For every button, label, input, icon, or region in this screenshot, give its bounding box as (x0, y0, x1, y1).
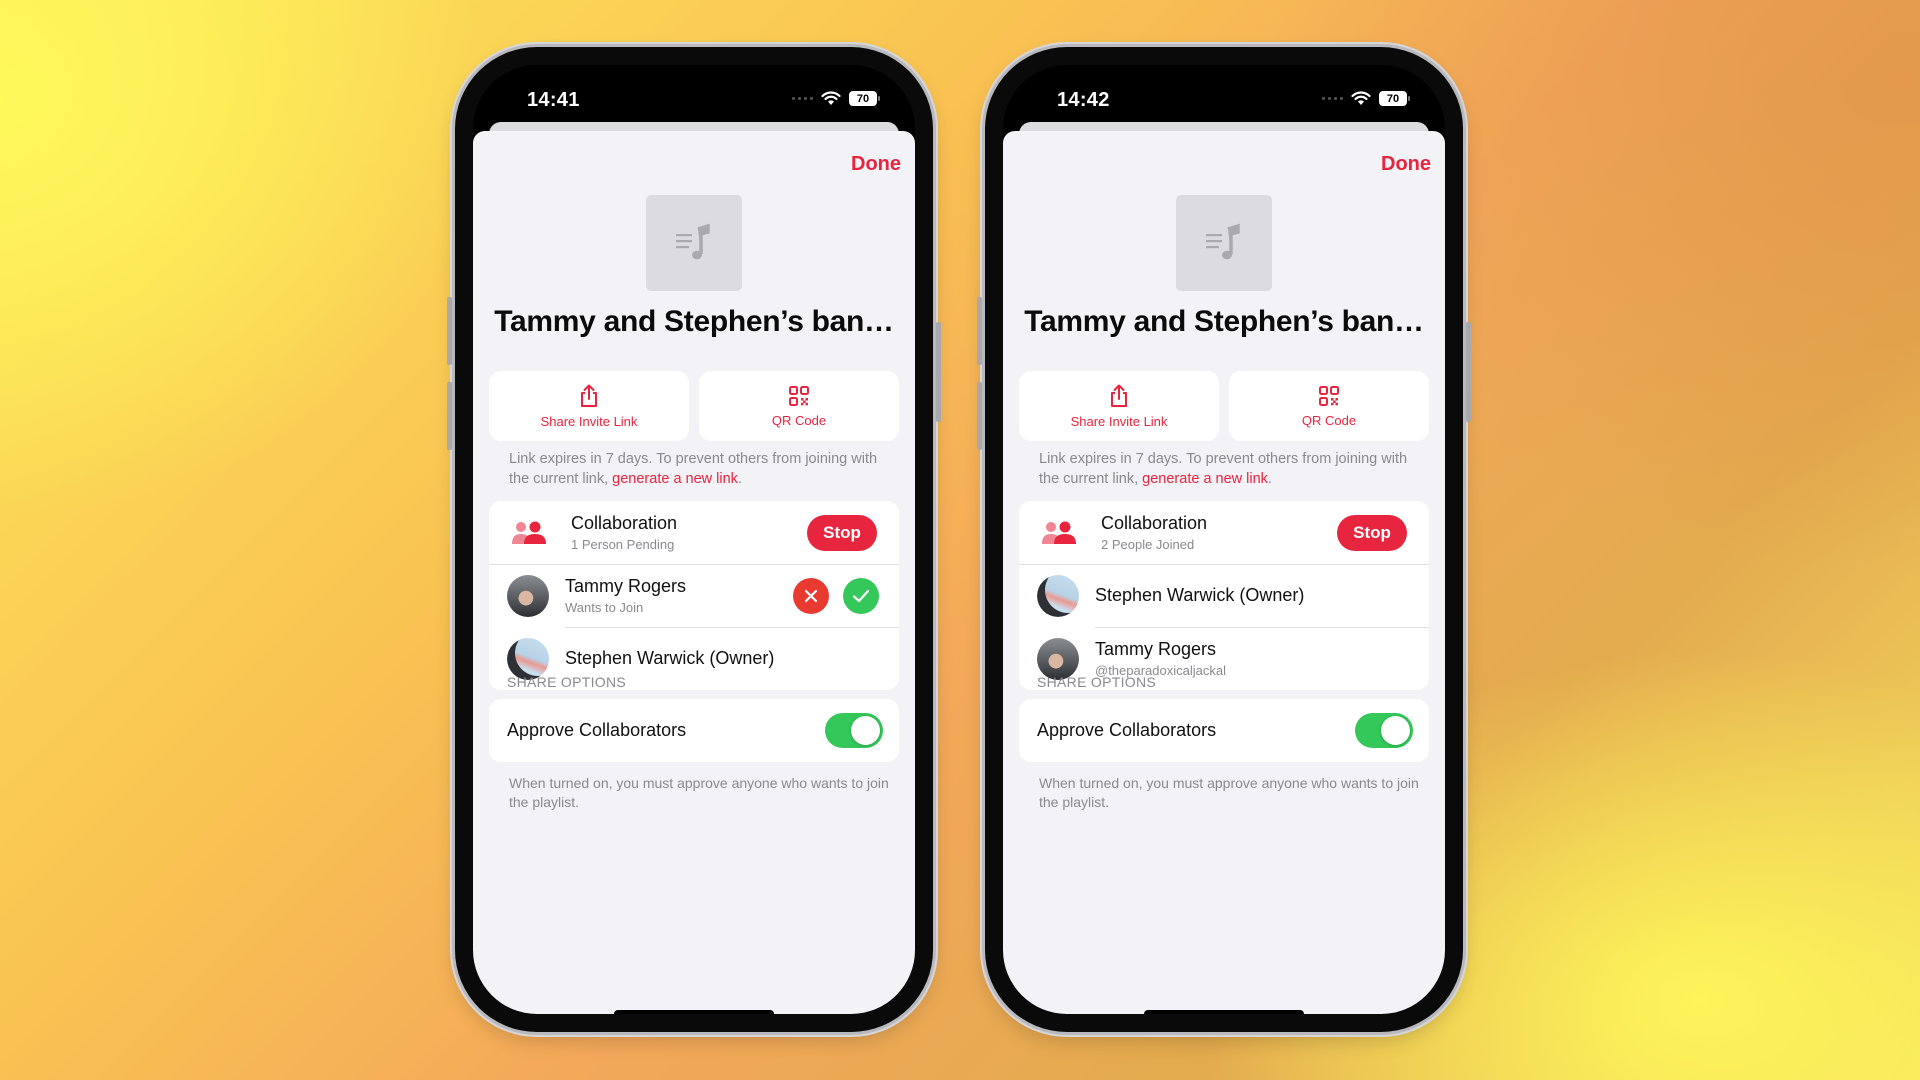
avatar (507, 574, 549, 617)
power-button (936, 322, 941, 422)
wifi-icon (1351, 91, 1371, 105)
cellular-signal-icon (792, 97, 813, 100)
member-text: Stephen Warwick (Owner) (1095, 585, 1304, 606)
share-invite-link-button[interactable]: Share Invite Link (1019, 371, 1219, 441)
link-expiry-end: . (737, 471, 742, 487)
collaboration-status: 1 Person Pending (571, 537, 675, 552)
done-button[interactable]: Done (1381, 153, 1431, 176)
music-note-icon (1206, 223, 1240, 260)
status-icons: 70 (1322, 91, 1410, 106)
member-text: Tammy Rogers Wants to Join (565, 576, 686, 615)
avatar (1037, 574, 1079, 617)
share-invite-link-button[interactable]: Share Invite Link (489, 371, 689, 441)
collaboration-group: Collaboration 1 Person Pending Stop Tamm… (489, 501, 899, 690)
playlist-artwork (1176, 195, 1272, 291)
approve-collaborators-row: Approve Collaborators (1019, 699, 1429, 762)
generate-new-link[interactable]: generate a new link (612, 471, 738, 487)
checkmark-icon (852, 589, 870, 603)
qr-code-button[interactable]: QR Code (699, 371, 899, 441)
collaboration-group: Collaboration 2 People Joined Stop Steph… (1019, 501, 1429, 690)
collaboration-text: Collaboration 2 People Joined (1101, 513, 1207, 552)
phone-right: 14:42 70 Done Tammy and Stephen’s ban… S… (977, 47, 1471, 1032)
volume-down-button (447, 382, 452, 450)
qr-code-icon (1319, 385, 1339, 406)
collaboration-title: Collaboration (1101, 513, 1208, 533)
link-expiry-end: . (1267, 471, 1272, 487)
status-icons: 70 (792, 91, 880, 106)
collaboration-text: Collaboration 1 Person Pending (571, 513, 677, 552)
share-invite-link-label: Share Invite Link (540, 413, 638, 429)
approve-collaborators-note: When turned on, you must approve anyone … (509, 775, 889, 810)
screen: 14:42 70 Done Tammy and Stephen’s ban… S… (1003, 65, 1445, 1014)
qr-code-button[interactable]: QR Code (1229, 371, 1429, 441)
stop-collaboration-button[interactable]: Stop (807, 515, 877, 551)
home-indicator (1144, 1010, 1304, 1014)
member-row: Tammy Rogers Wants to Join (489, 564, 899, 627)
approve-collaborators-toggle[interactable] (1355, 713, 1413, 748)
approve-collaborators-note: When turned on, you must approve anyone … (1039, 775, 1419, 810)
share-sheet: Done Tammy and Stephen’s ban… Share Invi… (473, 131, 915, 1014)
playlist-artwork (646, 195, 742, 291)
approve-collaborators-label: Approve Collaborators (1037, 720, 1217, 740)
member-name: Tammy Rogers (565, 576, 687, 596)
collaboration-row: Collaboration 2 People Joined Stop (1019, 501, 1429, 564)
collaboration-status: 2 People Joined (1101, 537, 1195, 552)
share-icon (1111, 384, 1127, 407)
link-expiry-note: Link expires in 7 days. To prevent other… (1039, 449, 1419, 489)
share-icon (581, 384, 597, 407)
phone-left: 14:41 70 Done Tammy and Stephen’s ban… S… (447, 47, 941, 1032)
playlist-title: Tammy and Stephen’s ban… (1024, 305, 1424, 338)
done-button[interactable]: Done (851, 153, 901, 176)
volume-down-button (977, 382, 982, 450)
stop-collaboration-button[interactable]: Stop (1337, 515, 1407, 551)
share-options-group: Approve Collaborators (489, 699, 899, 762)
share-invite-link-label: Share Invite Link (1070, 413, 1168, 429)
qr-code-label: QR Code (771, 412, 827, 428)
approve-button[interactable] (843, 578, 879, 614)
approve-collaborators-label: Approve Collaborators (507, 720, 687, 740)
qr-code-icon (789, 385, 809, 406)
member-text: Stephen Warwick (Owner) (565, 648, 774, 669)
people-icon (512, 521, 546, 544)
volume-up-button (447, 297, 452, 365)
member-row: Stephen Warwick (Owner) (1019, 564, 1429, 627)
battery-indicator: 70 (1379, 91, 1410, 106)
share-options-group: Approve Collaborators (1019, 699, 1429, 762)
power-button (1466, 322, 1471, 422)
wifi-icon (821, 91, 841, 105)
member-name: Stephen Warwick (Owner) (565, 648, 775, 668)
status-time: 14:41 (527, 89, 580, 111)
close-icon (804, 589, 818, 603)
battery-indicator: 70 (849, 91, 880, 106)
decline-button[interactable] (793, 578, 829, 614)
share-options-header: SHARE OPTIONS (1037, 674, 1157, 690)
screen: 14:41 70 Done Tammy and Stephen’s ban… S… (473, 65, 915, 1014)
member-name: Tammy Rogers (1095, 639, 1217, 659)
share-options-header: SHARE OPTIONS (507, 674, 627, 690)
qr-code-label: QR Code (1301, 412, 1357, 428)
people-icon (1042, 521, 1076, 544)
share-sheet: Done Tammy and Stephen’s ban… Share Invi… (1003, 131, 1445, 1014)
member-text: Tammy Rogers @theparadoxicaljackal (1095, 639, 1226, 678)
collaboration-title: Collaboration (571, 513, 678, 533)
music-note-icon (676, 223, 710, 260)
status-time: 14:42 (1057, 89, 1110, 111)
playlist-title: Tammy and Stephen’s ban… (494, 305, 894, 338)
approve-collaborators-row: Approve Collaborators (489, 699, 899, 762)
generate-new-link[interactable]: generate a new link (1142, 471, 1268, 487)
member-status: Wants to Join (565, 600, 644, 615)
volume-up-button (977, 297, 982, 365)
collaboration-row: Collaboration 1 Person Pending Stop (489, 501, 899, 564)
home-indicator (614, 1010, 774, 1014)
link-expiry-note: Link expires in 7 days. To prevent other… (509, 449, 889, 489)
approve-collaborators-toggle[interactable] (825, 713, 883, 748)
cellular-signal-icon (1322, 97, 1343, 100)
member-name: Stephen Warwick (Owner) (1095, 585, 1305, 605)
